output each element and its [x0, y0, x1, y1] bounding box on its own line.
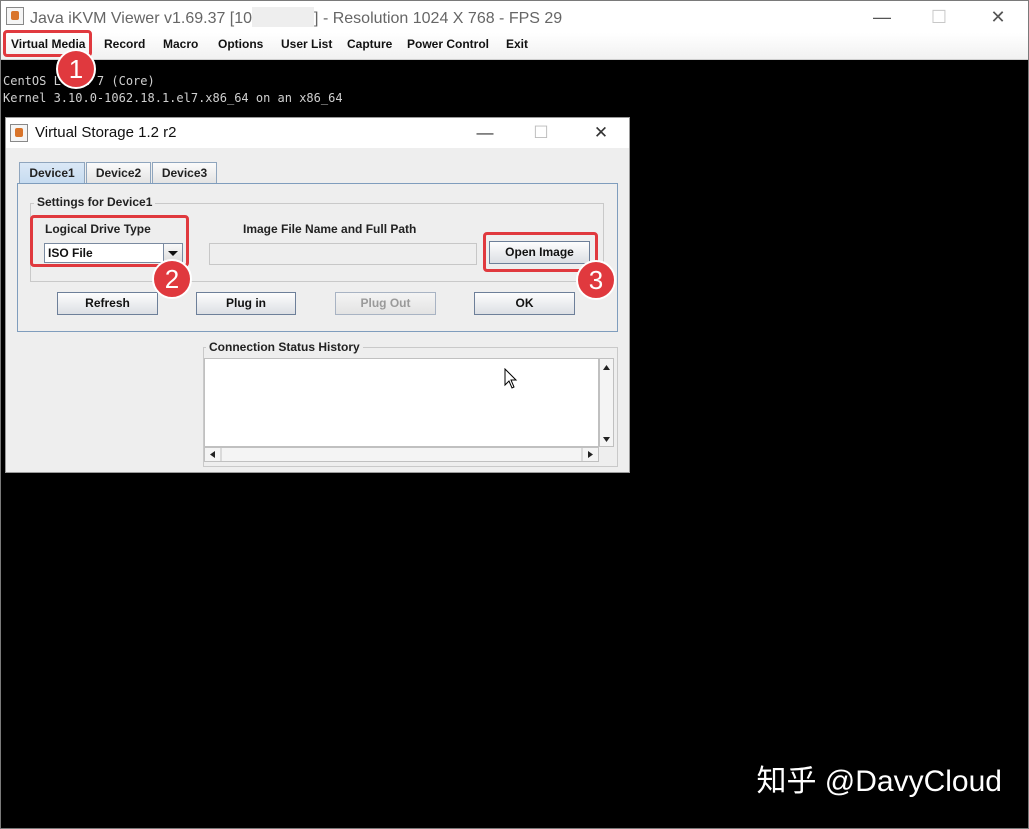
java-app-icon	[10, 124, 28, 142]
virtual-storage-dialog: Virtual Storage 1.2 r2 — ☐ ✕ Device1 Dev…	[5, 117, 630, 473]
horizontal-scrollbar[interactable]	[204, 447, 599, 462]
menu-power-control[interactable]: Power Control	[407, 37, 489, 51]
tab-device2[interactable]: Device2	[86, 162, 151, 183]
tab-device3[interactable]: Device3	[152, 162, 217, 183]
mouse-cursor-icon	[504, 368, 518, 389]
dialog-minimize-icon[interactable]: —	[465, 119, 505, 147]
step-2-badge: 2	[152, 259, 192, 299]
maximize-icon[interactable]: ☐	[916, 3, 962, 31]
menu-bar: Virtual Media Record Macro Options User …	[1, 33, 1028, 60]
dialog-maximize-icon[interactable]: ☐	[521, 119, 561, 147]
menu-options[interactable]: Options	[218, 37, 263, 51]
window-title: Java iKVM Viewer v1.69.37 [10 ] - Resolut…	[30, 7, 562, 28]
menu-capture[interactable]: Capture	[347, 37, 392, 51]
vertical-scrollbar-arrows	[603, 365, 610, 442]
dialog-titlebar: Virtual Storage 1.2 r2 — ☐ ✕	[6, 118, 629, 148]
watermark: 知乎 @DavyCloud	[756, 765, 1002, 798]
history-caption: Connection Status History	[206, 340, 363, 354]
dialog-close-icon[interactable]: ✕	[581, 119, 621, 147]
minimize-icon[interactable]: —	[859, 3, 905, 31]
redacted-ip	[252, 7, 315, 27]
menu-exit[interactable]: Exit	[506, 37, 528, 51]
window-title-suffix: ] - Resolution 1024 X 768 - FPS 29	[314, 10, 563, 27]
connection-history-area	[204, 358, 616, 464]
image-path-field[interactable]	[209, 243, 477, 265]
vertical-scrollbar[interactable]	[599, 358, 614, 447]
refresh-button[interactable]: Refresh	[57, 292, 158, 315]
connection-history-text[interactable]	[204, 358, 599, 447]
menu-macro[interactable]: Macro	[163, 37, 198, 51]
menu-record[interactable]: Record	[104, 37, 145, 51]
window-titlebar: Java iKVM Viewer v1.69.37 [10 ] - Resolut…	[1, 1, 1028, 33]
plug-out-button[interactable]: Plug Out	[335, 292, 436, 315]
dialog-title: Virtual Storage 1.2 r2	[35, 124, 177, 141]
console-line: Kernel 3.10.0-1062.18.1.el7.x86_64 on an…	[3, 91, 343, 105]
step-3-badge: 3	[576, 260, 616, 300]
window-title-prefix: Java iKVM Viewer v1.69.37 [10	[30, 10, 253, 27]
image-path-label: Image File Name and Full Path	[243, 222, 417, 236]
java-app-icon	[6, 7, 24, 25]
plug-in-button[interactable]: Plug in	[196, 292, 296, 315]
step-1-badge: 1	[56, 49, 96, 89]
tab-device1[interactable]: Device1	[19, 162, 85, 184]
settings-caption: Settings for Device1	[34, 195, 156, 209]
menu-user-list[interactable]: User List	[281, 37, 332, 51]
ok-button[interactable]: OK	[474, 292, 575, 315]
close-icon[interactable]: ✕	[975, 3, 1021, 31]
horizontal-scrollbar-arrows	[210, 448, 593, 461]
